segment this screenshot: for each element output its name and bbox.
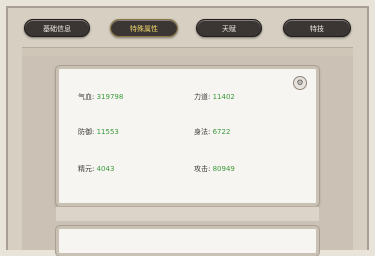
tab-special-attributes[interactable]: 特殊属性 <box>110 19 178 37</box>
stat-label: 精元: <box>78 165 95 173</box>
stat-value: 11402 <box>212 93 235 101</box>
settings-icon[interactable]: ⚙ <box>293 76 307 90</box>
second-card <box>56 226 319 256</box>
stat-label: 力道: <box>194 93 211 101</box>
tab-label: 特殊属性 <box>130 25 158 33</box>
stat-defense: 防御: 11553 <box>78 128 119 137</box>
stat-hp: 气血: 319798 <box>78 93 123 102</box>
tab-bar: 基础信息 特殊属性 天赋 特技 <box>0 0 375 50</box>
stat-attack: 攻击: 80949 <box>194 165 235 174</box>
stat-value: 4043 <box>96 165 115 173</box>
tab-skills[interactable]: 特技 <box>283 19 351 37</box>
stat-label: 攻击: <box>194 165 211 173</box>
stat-value: 6722 <box>212 128 231 136</box>
tab-label: 天赋 <box>222 25 236 33</box>
stat-label: 气血: <box>78 93 95 101</box>
stat-value: 80949 <box>212 165 235 173</box>
tab-basic-info[interactable]: 基础信息 <box>24 19 90 37</box>
card-footer <box>56 206 319 221</box>
tab-talent[interactable]: 天赋 <box>196 19 262 37</box>
stat-essence: 精元: 4043 <box>78 165 114 174</box>
tab-label: 特技 <box>310 25 324 33</box>
stat-value: 11553 <box>96 128 119 136</box>
stat-label: 身法: <box>194 128 211 136</box>
stat-label: 防御: <box>78 128 95 136</box>
stat-agility: 身法: 6722 <box>194 128 230 137</box>
stat-strength: 力道: 11402 <box>194 93 235 102</box>
tab-label: 基础信息 <box>43 25 71 33</box>
stat-value: 319798 <box>96 93 124 101</box>
